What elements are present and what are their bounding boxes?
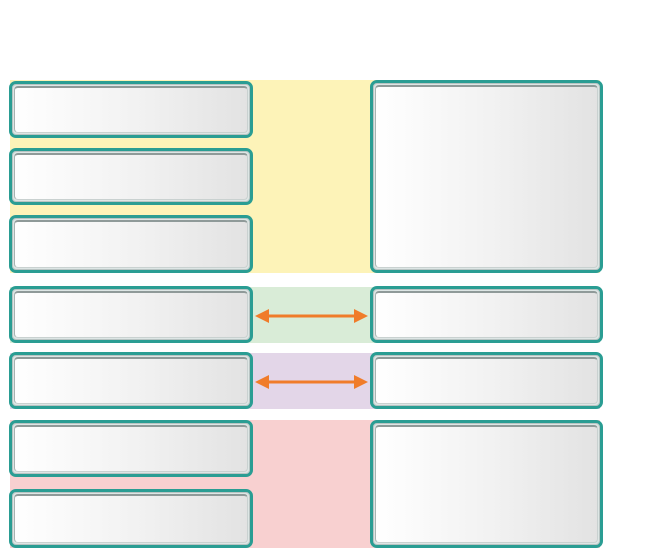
connector-arrow-1: [255, 309, 368, 323]
connector-arrow-2: [255, 375, 368, 389]
connector-arrows: [255, 309, 368, 389]
arrowhead-right-icon: [354, 375, 368, 389]
arrowhead-left-icon: [255, 375, 269, 389]
arrowhead-left-icon: [255, 309, 269, 323]
arrowhead-right-icon: [354, 309, 368, 323]
